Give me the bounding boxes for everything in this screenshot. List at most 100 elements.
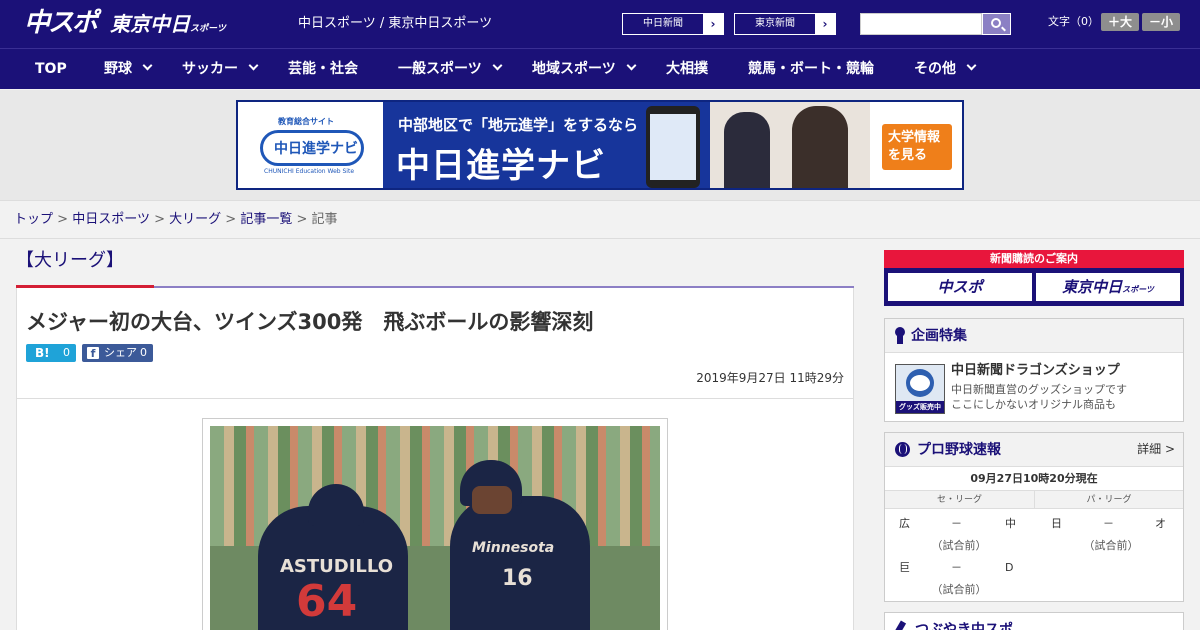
- nav-item-soccer[interactable]: サッカー: [182, 49, 259, 90]
- hatena-bookmark-button[interactable]: B! 0: [26, 344, 76, 362]
- game-team-home[interactable]: 広: [899, 517, 910, 531]
- nav-item-general-sports[interactable]: 一般スポーツ: [398, 49, 503, 90]
- nav-item-label: TOP: [35, 61, 67, 77]
- search-icon: [991, 18, 1001, 28]
- scores-detail-link[interactable]: 詳細 >: [1137, 433, 1175, 465]
- tokyo-chunichi-logo[interactable]: 東京中日スポーツ: [110, 12, 226, 41]
- nav-item-label: その他: [914, 61, 956, 77]
- ad-banner[interactable]: 教育総合サイト 中日進学ナビ CHUNICHI Education Web Si…: [236, 100, 964, 190]
- facebook-count: 0: [140, 346, 147, 359]
- goods-band: グッズ販売中: [896, 401, 944, 413]
- breadcrumb-link-top[interactable]: トップ: [14, 212, 53, 227]
- tokyo-chunichi-logo-text: 東京中日: [110, 12, 190, 36]
- banner-logo-name: 中日進学ナビ: [274, 141, 358, 157]
- nav-item-racing[interactable]: 競馬・ボート・競輪: [748, 49, 874, 90]
- dragons-shop-thumbnail[interactable]: グッズ販売中: [895, 364, 945, 414]
- chunichi-shimbun-label: 中日新聞: [623, 14, 703, 34]
- article-photo[interactable]: ASTUDILLO 64 Minnesota 16: [210, 426, 660, 630]
- mascot-face: [910, 375, 930, 391]
- facebook-share-button[interactable]: f シェア 0: [82, 344, 153, 362]
- tsubuyaki-title[interactable]: つぶやき中スポ: [915, 619, 1013, 630]
- tokyo-shimbun-label: 東京新聞: [735, 14, 815, 34]
- scores-timestamp: 09月27日10時20分現在: [885, 467, 1183, 491]
- tokyo-shimbun-button[interactable]: 東京新聞 ›: [734, 13, 836, 35]
- nav-item-other[interactable]: その他: [914, 49, 977, 90]
- dragons-shop-link[interactable]: 中日新聞ドラゴンズショップ: [951, 362, 1120, 380]
- nav-item-label: サッカー: [182, 61, 238, 77]
- subscribe-chuspo-button[interactable]: 中スポ: [888, 273, 1032, 301]
- banner-phone-screen: [650, 114, 696, 180]
- nav-item-baseball[interactable]: 野球: [104, 49, 153, 90]
- game-dash: －: [951, 517, 962, 530]
- baseball-icon: [895, 442, 910, 457]
- search-button[interactable]: [982, 13, 1011, 35]
- breadcrumb-link-chunichi-sports[interactable]: 中日スポーツ: [72, 212, 150, 227]
- subscription-title[interactable]: 新聞購読のご案内: [884, 250, 1184, 268]
- chevron-down-icon: [626, 60, 637, 71]
- nav-item-label: 野球: [104, 61, 132, 77]
- shop-desc-line: ここにしかないオリジナル商品も: [951, 398, 1116, 411]
- banner-students-image: [710, 102, 870, 188]
- font-size-label: 文字（0）: [1048, 15, 1099, 28]
- game-team-home[interactable]: 巨: [899, 561, 910, 575]
- nav-item-sumo[interactable]: 大相撲: [666, 49, 708, 90]
- game-dash: －: [1103, 517, 1114, 530]
- font-smaller-button[interactable]: －小: [1142, 13, 1180, 31]
- top-header: 中スポ 東京中日スポーツ 中日スポーツ / 東京中日スポーツ 中日新聞 › 東京…: [0, 0, 1200, 48]
- banner-student-figure: [792, 106, 848, 188]
- banner-title: 中日進学ナビ: [396, 146, 606, 186]
- breadcrumb-link-mlb[interactable]: 大リーグ: [169, 212, 221, 227]
- shop-desc-line: 中日新聞直営のグッズショップです: [951, 383, 1127, 396]
- subscribe-tokyo-chunichi-button[interactable]: 東京中日スポーツ: [1036, 273, 1180, 301]
- game-status: （試合前）: [1083, 539, 1139, 552]
- banner-logo-panel: 教育総合サイト 中日進学ナビ CHUNICHI Education Web Si…: [238, 102, 383, 188]
- chuspo-logo[interactable]: 中スポ: [24, 8, 98, 38]
- nav-item-entertainment[interactable]: 芸能・社会: [288, 49, 358, 90]
- special-feature-title: 企画特集: [911, 328, 967, 344]
- font-larger-button[interactable]: ＋大: [1101, 13, 1139, 31]
- game-team-away[interactable]: D: [1005, 561, 1013, 575]
- banner-logo-sub: CHUNICHI Education Web Site: [264, 168, 355, 175]
- banner-logo-top: 教育総合サイト: [278, 117, 334, 126]
- nav-item-top[interactable]: TOP: [35, 49, 67, 90]
- facebook-icon: f: [87, 347, 99, 360]
- article-datetime: 2019年9月27日 11時29分: [696, 371, 844, 385]
- pacific-league-label: パ・リーグ: [1034, 491, 1183, 509]
- banner-student-figure: [724, 112, 770, 188]
- jersey-number-right: 16: [502, 566, 533, 591]
- nav-item-label: 芸能・社会: [288, 61, 358, 77]
- nav-item-label: 競馬・ボート・競輪: [748, 61, 874, 77]
- subscribe-tokyo-small: スポーツ: [1122, 285, 1154, 294]
- jersey-number-left: 64: [296, 576, 358, 627]
- breadcrumb-current: 記事: [311, 212, 338, 227]
- breadcrumb: トップ > 中日スポーツ > 大リーグ > 記事一覧 > 記事: [0, 200, 1200, 239]
- nav-item-label: 地域スポーツ: [532, 61, 616, 77]
- banner-cta-panel: 大学情報 を見る: [870, 102, 962, 188]
- nav-item-local-sports[interactable]: 地域スポーツ: [532, 49, 637, 90]
- ribbon-icon: [895, 327, 905, 344]
- subscribe-tokyo-label: 東京中日: [1062, 278, 1123, 296]
- chevron-down-icon: [142, 60, 153, 71]
- chunichi-shimbun-button[interactable]: 中日新聞 ›: [622, 13, 724, 35]
- game-team-away[interactable]: オ: [1155, 517, 1166, 531]
- article-headline: メジャー初の大台、ツインズ300発 飛ぶボールの影響深刻: [26, 310, 594, 334]
- chevron-right-icon: ›: [710, 17, 716, 31]
- game-status: （試合前）: [931, 539, 987, 552]
- chevron-down-icon: [492, 60, 503, 71]
- game-team-away[interactable]: 中: [1005, 517, 1016, 531]
- banner-cta-button[interactable]: 大学情報 を見る: [882, 124, 952, 170]
- scores-header: プロ野球速報 詳細 >: [885, 433, 1183, 467]
- breadcrumb-separator: >: [225, 212, 237, 227]
- site-links[interactable]: 中日スポーツ / 東京中日スポーツ: [298, 16, 492, 32]
- nav-item-label: 大相撲: [666, 61, 708, 77]
- scores-title: プロ野球速報: [917, 442, 1001, 458]
- pen-icon: [893, 620, 907, 630]
- breadcrumb-link-article-list[interactable]: 記事一覧: [240, 212, 292, 227]
- game-team-home[interactable]: 日: [1051, 517, 1062, 531]
- banner-tagline: 中部地区で「地元進学」をするなら: [398, 116, 639, 134]
- banner-phone-image: [646, 106, 700, 188]
- search-input[interactable]: [860, 13, 982, 35]
- chevron-down-icon: [966, 60, 977, 71]
- photo-player-right: [450, 496, 590, 630]
- breadcrumb-separator: >: [154, 212, 165, 227]
